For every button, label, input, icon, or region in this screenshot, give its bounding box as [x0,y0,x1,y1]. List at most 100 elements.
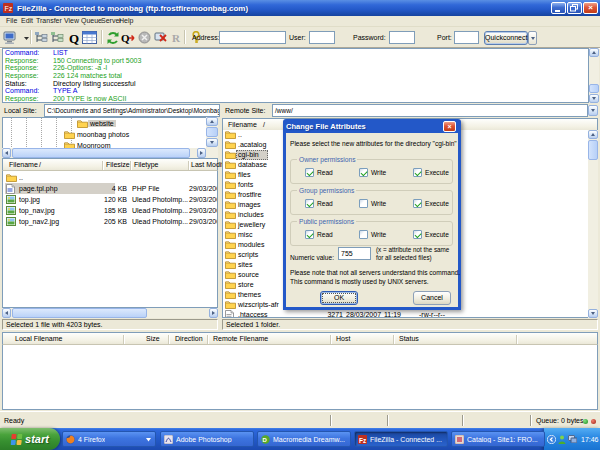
tree-hscrollbar[interactable] [2,148,206,158]
taskbar-task-firefox[interactable]: 4 Firefox [62,431,156,447]
messenger-icon[interactable] [558,435,566,444]
queue-col-local-filename[interactable]: Local Filename [15,333,62,345]
start-button[interactable]: start [0,428,60,450]
read-checkbox[interactable] [305,168,314,177]
read-checkbox[interactable] [305,199,314,208]
file-row-page.tpl.php[interactable]: page.tpl.php4 KBPHP File29/03/200 [3,183,218,194]
file-row-top_nav.jpg[interactable]: top_nav.jpg185 KBUlead PhotoImp...29/03/… [3,205,218,216]
file-row-top_nav2.jpg[interactable]: top_nav2.jpg205 KBUlead PhotoImp...29/03… [3,216,218,227]
log-scrollbar[interactable] [589,48,599,103]
ok-button[interactable]: OK [320,291,358,305]
password-input[interactable] [389,31,415,44]
local-col-filetype[interactable]: Filetype [134,159,159,171]
scroll-down-button[interactable] [588,309,598,318]
address-input[interactable] [219,31,286,44]
cancel-icon[interactable] [137,30,152,45]
numeric-value-input[interactable]: 755 [338,247,371,260]
remote-row-.htaccess[interactable]: .htaccess327128/03/200711:19-rw-r--r-- [223,310,598,318]
menu-edit[interactable]: Edit [21,17,33,24]
scroll-up-button[interactable] [206,117,218,126]
local-col-filesize[interactable]: Filesize [106,159,130,171]
menu-file[interactable]: File [6,17,17,24]
local-col-last-modif[interactable]: Last Modif [191,159,223,171]
local-col-filename[interactable]: Filename [9,159,38,171]
queue-header[interactable]: Local Filename Size Direction Remote Filena… [2,332,598,345]
taskbar-task-filezilla[interactable]: FzFileZilla - Connected ... [354,431,448,447]
toggle-queue-icon[interactable]: Q [66,30,81,45]
execute-label: Execute [425,169,449,176]
scroll-thumb[interactable] [588,140,598,160]
write-checkbox[interactable] [359,230,368,239]
queue-col-direction[interactable]: Direction [175,333,203,345]
taskbar-task-photoshop[interactable]: Adobe Photoshop [160,431,254,447]
scroll-right-button[interactable] [197,148,206,158]
network-icon[interactable] [568,435,577,443]
toggle-remote-view-icon[interactable] [82,30,97,45]
taskbar-task-catalog[interactable]: Catalog - Site1: FRO... [451,431,545,447]
queue-col-size[interactable]: Size [146,333,160,345]
file-row-top.jpg[interactable]: top.jpg120 KBUlead PhotoImp...29/03/200 [3,194,218,205]
execute-checkbox[interactable] [413,230,422,239]
dialog-close-button[interactable]: × [443,121,456,132]
scroll-up-button[interactable] [589,48,599,57]
scroll-thumb[interactable] [206,127,218,137]
group-label: Group permissions [297,187,356,194]
dialog-titlebar[interactable]: Change File Attributes [286,119,458,133]
close-button[interactable]: × [583,2,598,14]
cancel-button[interactable]: Cancel [413,291,451,305]
scroll-left-button[interactable] [2,308,11,318]
refresh-icon[interactable] [105,30,120,45]
port-input[interactable] [454,31,479,44]
menu-help[interactable]: Help [119,17,133,24]
scroll-thumb[interactable] [589,84,599,93]
local-file-list[interactable]: ..page.tpl.php4 KBPHP File29/03/200top.j… [2,171,218,308]
scroll-left-button[interactable] [2,148,11,158]
process-queue-icon[interactable]: Q [121,30,136,45]
scroll-down-button[interactable] [589,94,599,103]
tree-item-Moonroom[interactable]: Moonroom [64,140,112,148]
restore-button[interactable] [567,2,582,14]
menu-transfer[interactable]: Transfer [36,17,62,24]
write-checkbox[interactable] [359,168,368,177]
queue-col-host[interactable]: Host [336,333,350,345]
minimize-button[interactable] [551,2,566,14]
scroll-right-button[interactable] [209,308,218,318]
menu-view[interactable]: View [64,17,79,24]
local-hscrollbar[interactable] [2,308,218,318]
queue-col-status[interactable]: Status [399,333,419,345]
menu-queue[interactable]: Queue [81,17,102,24]
red-led-icon [591,419,596,424]
user-input[interactable] [309,31,335,44]
read-checkbox[interactable] [305,230,314,239]
log-area[interactable]: Command:LISTResponse:150 Connecting to p… [2,48,589,103]
local-tree[interactable]: websitemoonbag photosMoonroom [2,117,218,148]
local-list-header[interactable]: FilenameFilesizeFiletypeLast Modif/ [2,158,218,171]
file-row-..[interactable]: .. [3,172,218,183]
remote-vscrollbar[interactable] [588,130,598,318]
tree-vscrollbar[interactable] [206,117,218,148]
execute-checkbox[interactable] [413,199,422,208]
execute-checkbox[interactable] [413,168,422,177]
reconnect-icon[interactable]: R [169,30,184,45]
taskbar-task-dreamweaver[interactable]: DMacromedia Dreamw... [257,431,351,447]
site-manager-icon[interactable] [3,30,18,45]
write-checkbox[interactable] [359,199,368,208]
hide-icons-chevron-icon[interactable] [547,435,556,444]
disconnect-icon[interactable] [153,30,168,45]
toggle-local-tree-icon[interactable] [34,30,49,45]
remote-site-combo[interactable]: /www/ [272,104,588,117]
site-manager-dropdown-icon[interactable] [19,30,34,45]
tree-item-moonbag-photos[interactable]: moonbag photos [64,129,131,140]
toggle-remote-tree-icon[interactable] [50,30,65,45]
scroll-thumb[interactable] [12,308,147,318]
scroll-down-button[interactable] [206,138,218,147]
scroll-up-button[interactable] [588,130,598,139]
quickconnect-button[interactable]: Quickconnect [484,31,528,45]
quickconnect-dropdown[interactable] [528,31,537,45]
queue-col-remote-filename[interactable]: Remote Filename [213,333,268,345]
queue-body[interactable] [2,345,598,410]
remote-site-dropdown[interactable] [588,105,598,116]
tree-item-website[interactable]: website [77,118,116,129]
scroll-thumb[interactable] [12,148,190,158]
local-site-combo[interactable]: C:\Documents and Settings\Administrator\… [44,104,220,117]
